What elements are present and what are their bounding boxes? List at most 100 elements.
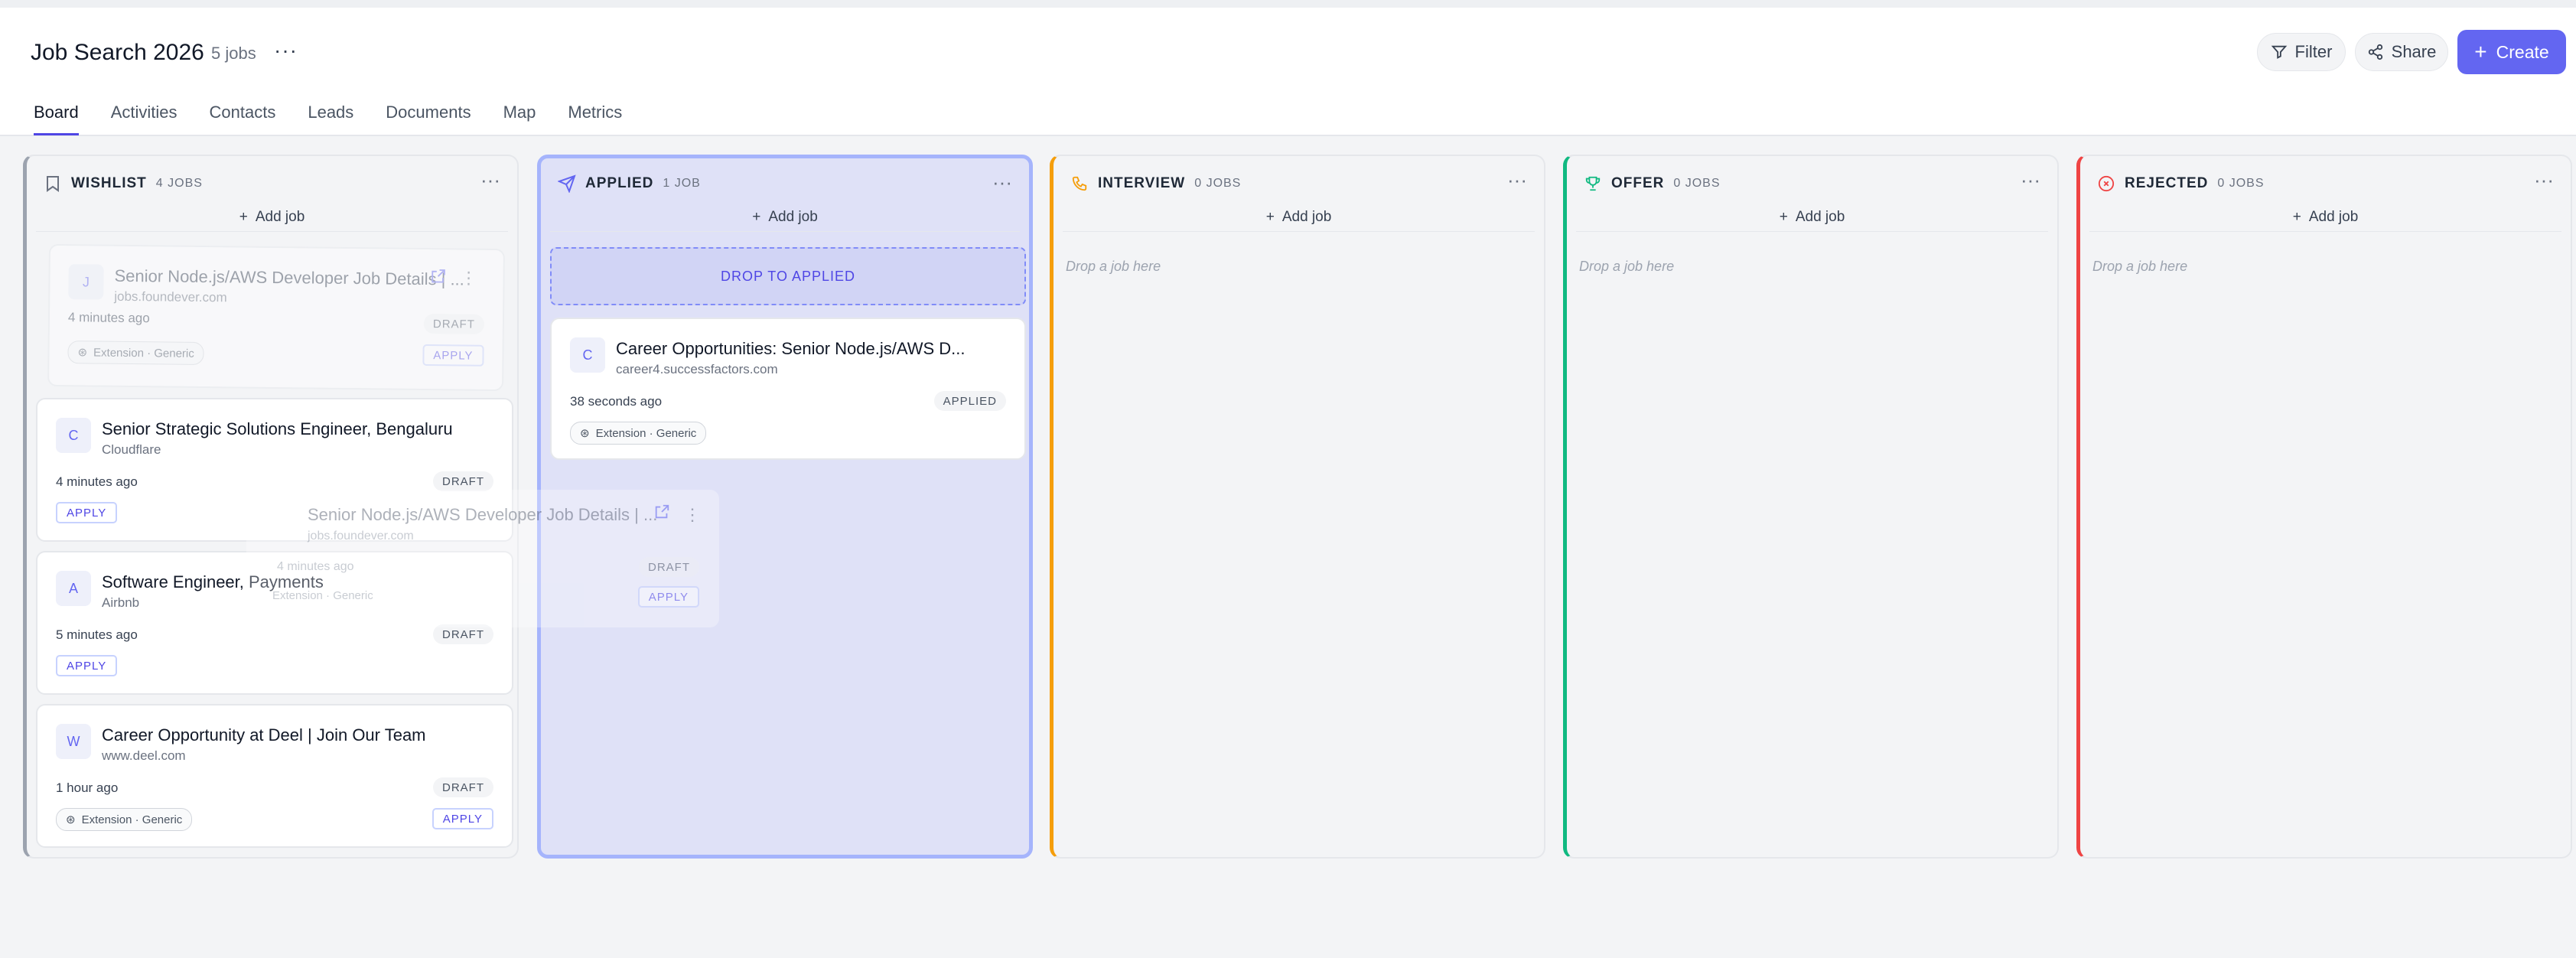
column-header: INTERVIEW 0 JOBS (1070, 171, 1241, 196)
apply-button[interactable]: APPLY (56, 502, 118, 523)
source-badge: ⊛ Extension · Generic (56, 808, 193, 831)
company-avatar: A (56, 571, 91, 606)
column-interview: INTERVIEW 0 JOBS ··· + Add job Drop a job… (1050, 155, 1545, 859)
drop-zone[interactable]: DROP TO APPLIED (550, 247, 1026, 305)
add-job-button[interactable]: + Add job (1063, 204, 1535, 232)
add-job-button[interactable]: + Add job (2089, 204, 2561, 232)
add-job-label: Add job (1281, 209, 1332, 225)
tab-documents[interactable]: Documents (386, 103, 471, 135)
tab-board[interactable]: Board (34, 103, 79, 135)
tab-leads[interactable]: Leads (308, 103, 353, 135)
column-menu-icon[interactable]: ··· (2534, 168, 2554, 192)
plus-icon: + (2474, 40, 2487, 64)
column-count: 0 JOBS (1673, 177, 1721, 190)
external-link-icon (655, 504, 669, 519)
filter-icon (2271, 45, 2287, 59)
page-header: Job Search 2026 5 jobs ··· Filter Share … (0, 8, 2576, 136)
job-time: 4 minutes ago (67, 310, 150, 326)
column-count: 4 JOBS (155, 177, 203, 190)
column-count: 1 JOB (663, 177, 701, 190)
column-menu-icon[interactable]: ··· (992, 171, 1012, 194)
more-options-icon[interactable]: ··· (274, 38, 298, 63)
page-title: Job Search 2026 (31, 40, 204, 65)
add-job-button[interactable]: + Add job (36, 204, 508, 232)
company-avatar: J (68, 264, 104, 300)
status-badge: DRAFT (639, 557, 699, 577)
x-circle-icon (2097, 174, 2115, 193)
phone-icon (1070, 174, 1089, 193)
job-title: Career Opportunity at Deel | Join Our Te… (102, 725, 426, 745)
extension-icon: ⊛ (66, 813, 76, 826)
company-avatar: W (56, 724, 91, 759)
tab-contacts[interactable]: Contacts (210, 103, 276, 135)
filter-button[interactable]: Filter (2257, 33, 2346, 71)
column-rejected: REJECTED 0 JOBS ··· + Add job Drop a job … (2076, 155, 2572, 859)
share-icon (2368, 44, 2382, 60)
job-time: 38 seconds ago (570, 394, 663, 409)
card-menu-icon[interactable]: ⋮ (460, 269, 477, 288)
add-job-label: Add job (768, 209, 818, 225)
job-title: Senior Node.js/AWS Developer Job Details… (308, 505, 658, 524)
bookmark-icon (44, 174, 62, 193)
apply-button[interactable]: APPLY (56, 655, 118, 676)
apply-button[interactable]: APPLY (422, 344, 484, 367)
plus-icon: + (1265, 209, 1275, 225)
status-badge: DRAFT (423, 314, 485, 334)
job-company: jobs.foundever.com (114, 288, 227, 305)
create-button[interactable]: + Create (2457, 30, 2566, 74)
plus-icon: + (2292, 209, 2301, 225)
top-strip (0, 0, 2576, 8)
job-company: jobs.foundever.com (308, 530, 414, 543)
apply-button[interactable]: APPLY (432, 808, 493, 829)
column-name: APPLIED (585, 175, 654, 191)
apply-button: APPLY (637, 586, 699, 608)
column-header: OFFER 0 JOBS (1584, 171, 1721, 196)
card-menu-icon: ⋮ (684, 505, 701, 524)
job-company: Cloudflare (102, 442, 161, 457)
add-job-button[interactable]: + Add job (1576, 204, 2048, 232)
dragging-card[interactable]: Senior Node.js/AWS Developer Job Details… (246, 490, 719, 627)
add-job-label: Add job (1795, 209, 1845, 225)
add-job-label: Add job (255, 209, 305, 225)
job-time: 4 minutes ago (56, 474, 138, 489)
job-card-ghost[interactable]: J Senior Node.js/AWS Developer Job Detai… (47, 243, 505, 392)
tab-metrics[interactable]: Metrics (568, 103, 622, 135)
add-job-button[interactable]: + Add job (550, 204, 1020, 232)
column-offer: OFFER 0 JOBS ··· + Add job Drop a job her… (1563, 155, 2059, 859)
job-count: 5 jobs (211, 44, 256, 63)
column-name: WISHLIST (71, 175, 147, 191)
extension-icon: ⊛ (580, 427, 590, 440)
column-header: REJECTED 0 JOBS (2097, 171, 2265, 196)
empty-placeholder: Drop a job here (1579, 259, 1675, 274)
column-count: 0 JOBS (1194, 177, 1242, 190)
job-card[interactable]: W Career Opportunity at Deel | Join Our … (36, 704, 513, 848)
share-label: Share (2391, 42, 2437, 61)
column-menu-icon[interactable]: ··· (2021, 168, 2040, 192)
job-card[interactable]: C Career Opportunities: Senior Node.js/A… (550, 318, 1026, 460)
source-label: Extension · Generic (93, 346, 194, 360)
source-badge: ⊛ Extension · Generic (67, 341, 204, 366)
view-tabs: Board Activities Contacts Leads Document… (34, 103, 654, 135)
plus-icon: + (752, 209, 761, 225)
column-name: INTERVIEW (1098, 175, 1186, 191)
company-avatar: C (56, 418, 91, 453)
send-icon (558, 174, 576, 193)
trophy-icon (1584, 174, 1602, 193)
job-company: www.deel.com (102, 748, 186, 763)
job-time: 1 hour ago (56, 780, 119, 795)
share-button[interactable]: Share (2355, 33, 2448, 71)
tab-activities[interactable]: Activities (111, 103, 177, 135)
external-link-icon[interactable] (429, 268, 446, 285)
column-menu-icon[interactable]: ··· (480, 168, 500, 192)
plus-icon: + (239, 209, 248, 225)
empty-placeholder: Drop a job here (1066, 259, 1161, 274)
add-job-label: Add job (2308, 209, 2359, 225)
status-badge: DRAFT (433, 777, 493, 797)
source-badge: ⊛ Extension · Generic (570, 422, 707, 445)
tab-map[interactable]: Map (503, 103, 536, 135)
column-count: 0 JOBS (2217, 177, 2265, 190)
column-menu-icon[interactable]: ··· (1507, 168, 1527, 192)
extension-icon: ⊛ (77, 346, 88, 360)
job-company: career4.successfactors.com (616, 362, 778, 376)
column-name: OFFER (1611, 175, 1665, 191)
